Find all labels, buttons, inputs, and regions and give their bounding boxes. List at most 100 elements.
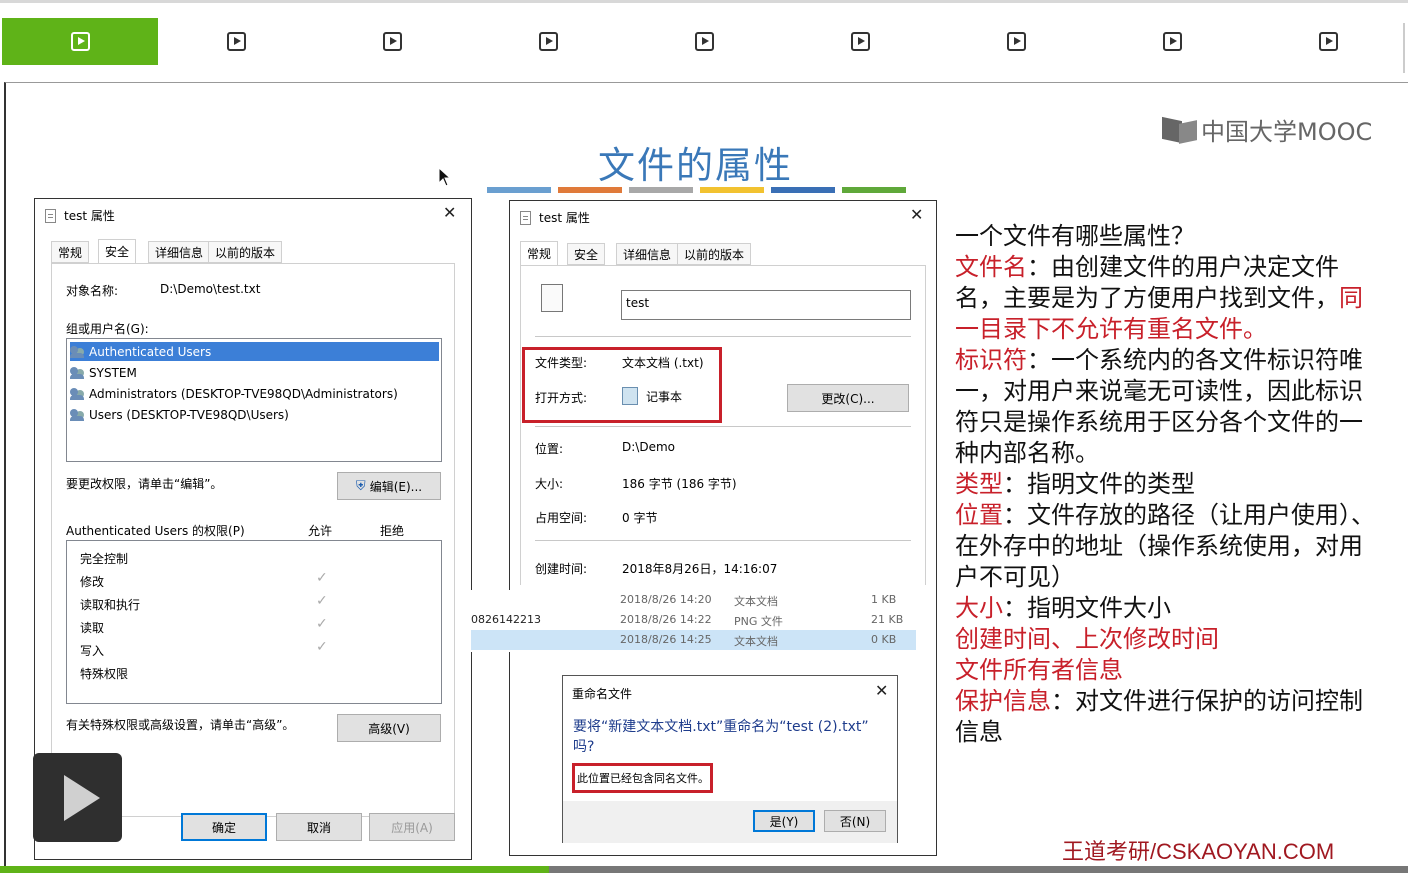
divider bbox=[535, 540, 911, 541]
table-row[interactable]: 2018/8/26 14:25 文本文档 0 KB bbox=[471, 630, 916, 650]
list-item-user[interactable]: Authenticated Users bbox=[70, 342, 439, 361]
notes-item-key: 类型 bbox=[955, 470, 1003, 498]
list-item-user[interactable]: Administrators (DESKTOP-TVE98QD\Administ… bbox=[70, 384, 402, 403]
permission-item: 完全控制 bbox=[80, 552, 129, 566]
users-list[interactable]: Authenticated Users SYSTEM Administrator… bbox=[66, 338, 442, 462]
rename-message-line-2: 吗? bbox=[573, 739, 595, 755]
edit-button[interactable]: ⛨ 编辑(E)... bbox=[337, 472, 441, 500]
deny-header: 拒绝 bbox=[380, 524, 405, 538]
segment-4-button[interactable] bbox=[470, 18, 626, 65]
change-permission-hint: 要更改权限，请单击“编辑”。 bbox=[66, 477, 223, 491]
general-panel: test 文件类型: 文本文档 (.txt) 打开方式: 记事本 更改(C)..… bbox=[520, 265, 926, 585]
permission-item: 写入 bbox=[80, 644, 105, 658]
group-users-label: 组或用户名(G): bbox=[66, 322, 149, 336]
notes-item: 类型：指明文件的类型 bbox=[955, 469, 1375, 500]
mooc-logo-text: 中国大学MOOC bbox=[1201, 118, 1373, 146]
play-icon bbox=[694, 32, 714, 51]
play-icon bbox=[1162, 32, 1182, 51]
user-name: SYSTEM bbox=[89, 365, 137, 380]
notes-item-text: ：指明文件大小 bbox=[1003, 594, 1171, 622]
tab-security[interactable]: 安全 bbox=[567, 243, 606, 265]
segment-6-button[interactable] bbox=[782, 18, 938, 65]
apply-button[interactable]: 应用(A) bbox=[369, 813, 455, 841]
rename-message-line-1: 要将“新建文本文档.txt”重命名为“test (2).txt” bbox=[573, 719, 869, 735]
change-button[interactable]: 更改(C)... bbox=[787, 384, 909, 412]
video-segment-bar bbox=[0, 0, 1408, 80]
dialog-titlebar: test 属性 bbox=[45, 207, 115, 224]
list-item-user[interactable]: Users (DESKTOP-TVE98QD\Users) bbox=[70, 405, 293, 424]
play-icon bbox=[382, 32, 402, 51]
explorer-size-cell: 0 KB bbox=[871, 633, 897, 646]
no-button[interactable]: 否(N) bbox=[824, 810, 886, 832]
created-value: 2018年8月26日，14:16:07 bbox=[622, 562, 778, 576]
table-row[interactable]: 2018/8/26 14:20 文本文档 1 KB bbox=[471, 590, 916, 610]
tab-previous-versions[interactable]: 以前的版本 bbox=[208, 241, 283, 263]
segment-5-button[interactable] bbox=[626, 18, 782, 65]
segment-3-button[interactable] bbox=[314, 18, 470, 65]
tab-details[interactable]: 详细信息 bbox=[616, 243, 679, 265]
ok-button[interactable]: 确定 bbox=[181, 813, 267, 841]
tab-previous-versions[interactable]: 以前的版本 bbox=[677, 243, 752, 265]
explorer-date-cell: 2018/8/26 14:20 bbox=[620, 593, 712, 606]
allow-check-icon: ✓ bbox=[316, 639, 328, 655]
segment-9-button[interactable] bbox=[1250, 18, 1406, 65]
tab-general[interactable]: 常规 bbox=[51, 241, 90, 263]
created-label: 创建时间: bbox=[535, 562, 588, 576]
play-button[interactable] bbox=[33, 753, 122, 842]
permission-item: 读取 bbox=[80, 621, 105, 635]
explorer-file-list: 2018/8/26 14:20 文本文档 1 KB 0826142213 2018/8/… bbox=[471, 590, 916, 652]
highlight-box bbox=[522, 347, 722, 423]
close-icon[interactable]: ✕ bbox=[910, 205, 923, 224]
title-stripe bbox=[842, 187, 906, 193]
allow-check-icon: ✓ bbox=[316, 570, 328, 586]
dialog-title: test 属性 bbox=[539, 211, 590, 225]
progress-fill bbox=[0, 866, 550, 873]
list-item-user[interactable]: SYSTEM bbox=[70, 363, 141, 382]
permissions-header: Authenticated Users 的权限(P) bbox=[66, 524, 245, 538]
notes-item-key: 位置 bbox=[955, 501, 1003, 529]
tab-security[interactable]: 安全 bbox=[98, 239, 137, 264]
file-icon bbox=[520, 210, 531, 225]
divider bbox=[1403, 23, 1405, 73]
location-value: D:\Demo bbox=[622, 440, 675, 454]
explorer-type-cell: 文本文档 bbox=[734, 635, 778, 648]
cancel-button[interactable]: 取消 bbox=[276, 813, 362, 841]
user-name: Administrators (DESKTOP-TVE98QD\Administ… bbox=[89, 386, 398, 401]
close-icon[interactable]: ✕ bbox=[875, 681, 888, 700]
title-stripe bbox=[558, 187, 622, 193]
video-progress-bar[interactable] bbox=[0, 866, 1408, 873]
explorer-type-cell: 文本文档 bbox=[734, 595, 778, 608]
explorer-name-cell: 0826142213 bbox=[471, 613, 541, 626]
explorer-size-cell: 1 KB bbox=[871, 593, 897, 606]
notes-item-key: 文件名 bbox=[955, 253, 1027, 281]
title-stripe bbox=[771, 187, 835, 193]
segment-8-button[interactable] bbox=[1094, 18, 1250, 65]
close-icon[interactable]: ✕ bbox=[443, 203, 456, 222]
users-icon bbox=[70, 366, 86, 379]
notes-item: 标识符：一个系统内的各文件标识符唯一，对用户来说毫无可读性，因此标识符只是操作系… bbox=[955, 345, 1375, 469]
tab-details[interactable]: 详细信息 bbox=[148, 241, 211, 263]
yes-button[interactable]: 是(Y) bbox=[753, 810, 815, 832]
table-row[interactable]: 0826142213 2018/8/26 14:22 PNG 文件 21 KB bbox=[471, 610, 916, 630]
file-icon bbox=[45, 208, 56, 223]
dialog-title: 重命名文件 bbox=[572, 687, 633, 701]
notes-item: 文件所有者信息 bbox=[955, 655, 1375, 686]
segment-2-button[interactable] bbox=[158, 18, 314, 65]
segment-1-button[interactable] bbox=[2, 18, 158, 65]
tab-general[interactable]: 常规 bbox=[520, 241, 559, 266]
advanced-hint: 有关特殊权限或高级设置，请单击“高级”。 bbox=[66, 718, 295, 732]
permissions-list[interactable]: 完全控制 修改 读取和执行 读取 写入 特殊权限 ✓ ✓ ✓ ✓ bbox=[66, 540, 442, 704]
slide-notes: 一个文件有哪些属性？ 文件名：由创建文件的用户决定文件名，主要是为了方便用户找到… bbox=[955, 221, 1375, 748]
permission-item: 读取和执行 bbox=[80, 598, 141, 612]
user-name: Authenticated Users bbox=[89, 344, 212, 359]
advanced-button[interactable]: 高级(V) bbox=[337, 714, 441, 742]
notes-item-key: 保护信息 bbox=[955, 687, 1051, 715]
notes-item: 文件名：由创建文件的用户决定文件名，主要是为了方便用户找到文件，同一目录下不允许… bbox=[955, 252, 1375, 345]
segment-7-button[interactable] bbox=[938, 18, 1094, 65]
file-name-input[interactable]: test bbox=[621, 290, 911, 320]
notes-item: 位置：文件存放的路径（让用户使用）、在外存中的地址（操作系统使用，对用户不可见） bbox=[955, 500, 1375, 593]
allow-check-icon: ✓ bbox=[316, 616, 328, 632]
users-icon bbox=[70, 408, 86, 421]
object-name-label: 对象名称: bbox=[66, 284, 119, 298]
title-stripe bbox=[487, 187, 551, 193]
